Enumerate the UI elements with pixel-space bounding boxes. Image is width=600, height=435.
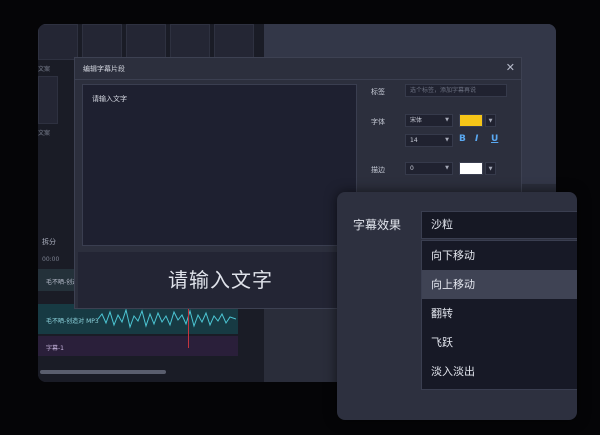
- chevron-down-icon[interactable]: ▼: [485, 114, 496, 127]
- effects-option[interactable]: 淡入淡出: [422, 357, 577, 386]
- preview-text: 请输入文字: [168, 268, 273, 292]
- subtitle-text-input[interactable]: 请输入文字: [82, 84, 357, 246]
- underline-button[interactable]: U: [491, 134, 498, 144]
- subtitle-effects-panel: 字幕效果 沙粒 向下移动 向上移动 翻转 飞跃 淡入淡出: [337, 192, 577, 420]
- font-size-select[interactable]: 14 ▼: [405, 134, 453, 147]
- stroke-color-swatch[interactable]: [459, 162, 483, 175]
- tag-input[interactable]: 选个标签，添加字幕再说: [405, 84, 507, 97]
- font-color-swatch[interactable]: [459, 114, 483, 127]
- split-tool-label[interactable]: 拆分: [42, 237, 56, 247]
- media-thumbnail[interactable]: [126, 24, 166, 60]
- dialog-titlebar: 编辑字幕片段 ✕: [75, 58, 521, 80]
- chevron-down-icon[interactable]: ▼: [485, 162, 496, 175]
- stroke-label: 描边: [371, 166, 385, 174]
- dialog-title: 编辑字幕片段: [83, 65, 125, 73]
- media-thumbnail[interactable]: [170, 24, 210, 60]
- stroke-value: 0: [410, 165, 414, 172]
- font-value: 宋体: [410, 117, 423, 124]
- effects-option[interactable]: 向下移动: [422, 241, 577, 270]
- media-label: 文案: [38, 66, 51, 73]
- chevron-down-icon: ▼: [445, 137, 449, 143]
- media-thumbnail[interactable]: [82, 24, 122, 60]
- effects-option[interactable]: 向上移动: [422, 270, 577, 299]
- screenshot-root: 文案 文案 拆分 00:00 毛不晒-创造... 毛不晒-创造对 MP3 字幕-…: [0, 0, 600, 435]
- close-icon[interactable]: ✕: [506, 61, 515, 74]
- tag-label: 标签: [371, 88, 385, 96]
- font-size-value: 14: [410, 137, 418, 144]
- timeline-time: 00:00: [42, 256, 60, 263]
- italic-button[interactable]: I: [475, 134, 478, 144]
- media-thumbnail[interactable]: [38, 76, 58, 124]
- effects-options-list: 向下移动 向上移动 翻转 飞跃 淡入淡出: [421, 240, 577, 390]
- media-thumbnail[interactable]: [38, 24, 78, 60]
- stroke-width-select[interactable]: 0 ▼: [405, 162, 453, 175]
- chevron-down-icon: ▼: [445, 117, 449, 123]
- text-input-placeholder: 请输入文字: [92, 95, 127, 103]
- audio-clip-label: 毛不晒-创造对 MP3: [46, 318, 99, 325]
- media-thumbnail[interactable]: [214, 24, 254, 60]
- subtitle-track[interactable]: 字幕-1: [38, 336, 238, 356]
- font-select[interactable]: 宋体 ▼: [405, 114, 453, 127]
- subtitle-clip-label: 字幕-1: [46, 345, 64, 352]
- chevron-down-icon: ▼: [445, 165, 449, 171]
- effects-label: 字幕效果: [353, 218, 402, 232]
- effects-option[interactable]: 飞跃: [422, 328, 577, 357]
- effects-select[interactable]: 沙粒: [421, 211, 577, 239]
- bold-button[interactable]: B: [459, 134, 466, 144]
- audio-waveform-icon: [98, 308, 236, 329]
- effects-option[interactable]: 翻转: [422, 299, 577, 328]
- timeline-scrollbar[interactable]: [40, 370, 166, 374]
- font-label: 字体: [371, 118, 385, 126]
- media-label: 文案: [38, 130, 51, 137]
